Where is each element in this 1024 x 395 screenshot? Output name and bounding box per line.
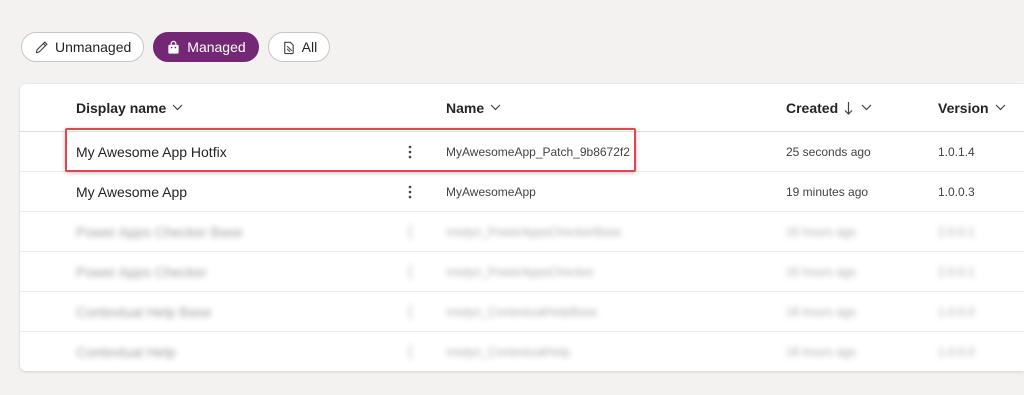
column-name-label: Name	[446, 99, 485, 116]
row-created: 18 hours ago	[786, 345, 857, 359]
chevron-down-icon	[172, 104, 183, 111]
table-row[interactable]: Contextual Help msdyn_ContextualHelp 18 …	[20, 332, 1024, 371]
row-name: MyAwesomeApp	[446, 184, 536, 199]
more-options-icon[interactable]	[402, 132, 418, 171]
filter-all-label: All	[301, 39, 318, 55]
column-display-name[interactable]: Display name	[76, 84, 183, 131]
more-options-icon[interactable]	[402, 172, 418, 211]
more-options-icon[interactable]	[402, 252, 418, 291]
grid-header: Display name Name Created Version	[20, 84, 1024, 132]
table-row[interactable]: Power Apps Checker Base msdyn_PowerAppsC…	[20, 212, 1024, 252]
chevron-down-icon	[861, 104, 872, 111]
row-created: 25 seconds ago	[786, 144, 871, 159]
row-version: 2.0.0.1	[938, 264, 975, 279]
row-version: 2.0.0.1	[938, 224, 975, 239]
table-row[interactable]: Power Apps Checker msdyn_PowerAppsChecke…	[20, 252, 1024, 292]
filter-unmanaged-label: Unmanaged	[55, 39, 132, 55]
chevron-down-icon	[490, 104, 501, 111]
documents-icon	[283, 41, 294, 54]
more-options-icon[interactable]	[402, 292, 418, 331]
row-created: 18 hours ago	[786, 304, 857, 319]
table-row[interactable]: Contextual Help Base msdyn_ContextualHel…	[20, 292, 1024, 332]
table-row[interactable]: My Awesome App MyAwesomeApp 19 minutes a…	[20, 172, 1024, 212]
shopping-bag-icon	[168, 40, 179, 54]
row-display-name[interactable]: My Awesome App	[76, 172, 187, 211]
filter-managed-button[interactable]: Managed	[153, 32, 259, 62]
row-name: msdyn_PowerAppsCheckerBase	[446, 224, 622, 239]
filter-managed-label: Managed	[187, 39, 246, 55]
row-version: 1.0.0.0	[938, 345, 975, 359]
column-name[interactable]: Name	[446, 84, 501, 131]
row-name: msdyn_ContextualHelp	[446, 345, 571, 359]
arrow-down-icon	[844, 101, 853, 115]
column-created[interactable]: Created	[786, 84, 872, 131]
row-created: 15 hours ago	[786, 224, 857, 239]
filter-bar: Unmanaged Managed All	[21, 32, 331, 62]
row-version: 1.0.0.0	[938, 304, 975, 319]
column-display-name-label: Display name	[76, 99, 167, 116]
solutions-grid: Display name Name Created Version My Awe…	[20, 84, 1024, 371]
row-version: 1.0.0.3	[938, 184, 975, 199]
row-display-name[interactable]: Power Apps Checker	[76, 252, 207, 291]
table-row[interactable]: My Awesome App Hotfix MyAwesomeApp_Patch…	[20, 132, 1024, 172]
row-version: 1.0.1.4	[938, 144, 975, 159]
column-created-label: Created	[786, 99, 839, 116]
pencil-icon	[35, 41, 48, 53]
more-options-icon[interactable]	[402, 212, 418, 251]
row-display-name[interactable]: My Awesome App Hotfix	[76, 132, 227, 171]
chevron-down-icon	[995, 104, 1006, 111]
row-name: MyAwesomeApp_Patch_9b8672f2	[446, 144, 630, 159]
row-display-name[interactable]: Contextual Help Base	[76, 292, 211, 331]
column-version[interactable]: Version	[938, 84, 1006, 131]
column-version-label: Version	[938, 99, 989, 116]
row-display-name[interactable]: Power Apps Checker Base	[76, 212, 243, 251]
more-options-icon[interactable]	[402, 332, 418, 371]
row-name: msdyn_ContextualHelpBase	[446, 304, 598, 319]
row-created: 19 minutes ago	[786, 184, 869, 199]
row-name: msdyn_PowerAppsChecker	[446, 264, 595, 279]
row-created: 15 hours ago	[786, 264, 857, 279]
filter-unmanaged-button[interactable]: Unmanaged	[21, 32, 145, 62]
filter-all-button[interactable]: All	[267, 32, 331, 62]
row-display-name[interactable]: Contextual Help	[76, 332, 176, 371]
